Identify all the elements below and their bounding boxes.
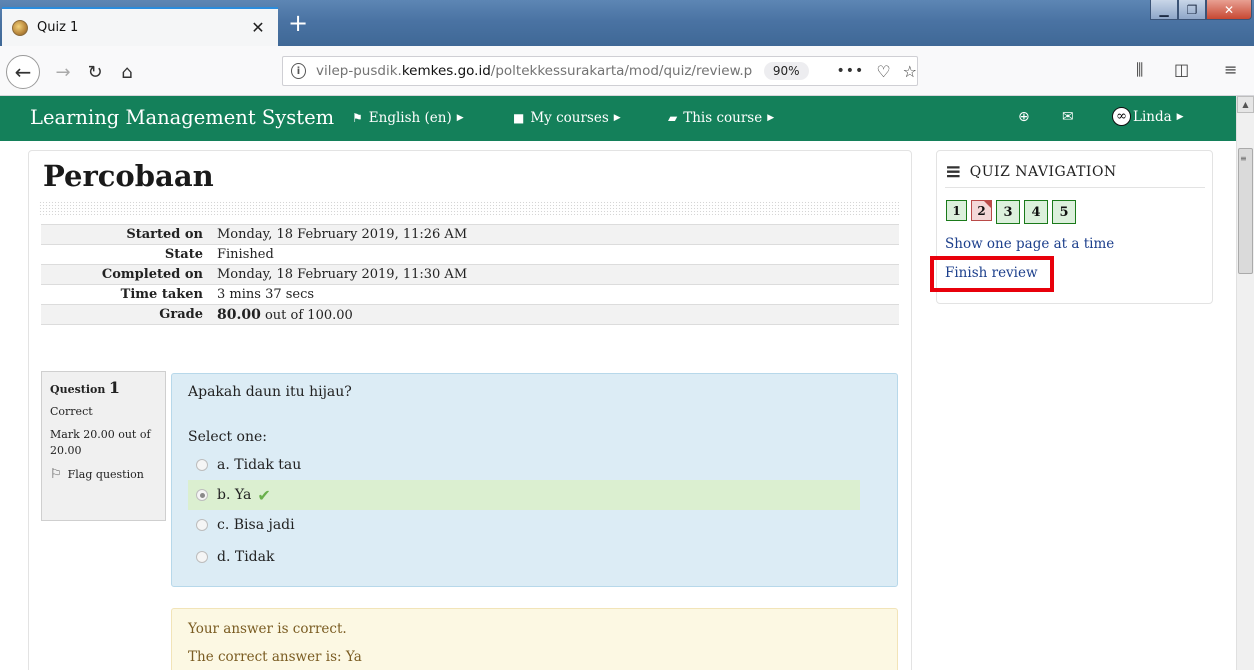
back-button[interactable]: ← [6,55,40,89]
book-icon: ▰ [668,111,678,125]
site-favicon-icon [12,19,28,36]
question-text: Apakah daun itu hijau? [188,384,352,400]
site-brand-link[interactable]: Learning Management System [30,106,334,129]
close-tab-icon[interactable]: ✕ [248,18,268,37]
quiz-nav-button-1[interactable]: 1 [946,200,967,221]
radio-button[interactable] [196,519,208,531]
hamburger-menu-icon[interactable]: ≡ [1224,60,1237,79]
question-content: Apakah daun itu hijau? Select one: a. Ti… [171,373,898,587]
library-icon[interactable]: ⫼ [1136,60,1143,80]
quiz-nav-button-3[interactable]: 3 [996,200,1020,224]
flag-question-link[interactable]: ⚐ Flag question [50,467,157,483]
question-number: 1 [108,378,121,397]
question-label: Question [50,383,106,396]
quiz-nav-button-2[interactable]: 2 [971,200,992,221]
minimize-button[interactable]: ▁ [1150,0,1178,20]
answer-option-selected[interactable]: b. Ya ✔ [188,480,860,510]
close-window-button[interactable]: ✕ [1206,0,1252,20]
sidebar-icon[interactable]: ◫ [1174,60,1189,79]
messages-icon[interactable]: ✉ [1062,109,1074,125]
radio-button[interactable] [196,551,208,563]
summary-row-time-taken: Time taken 3 mins 37 secs [41,284,899,305]
dotted-separator [39,201,899,215]
forward-button[interactable]: → [48,57,78,87]
main-content: Percobaan Started on Monday, 18 February… [28,150,912,670]
page-title: Percobaan [43,159,214,193]
scroll-up-arrow-icon[interactable]: ▲ [1237,96,1254,113]
answer-option[interactable]: d. Tidak [188,542,860,572]
caret-right-icon: ▶ [456,113,464,123]
question-info: Question 1 Correct Mark 20.00 out of 20.… [41,371,166,521]
attempt-summary-table: Started on Monday, 18 February 2019, 11:… [41,224,899,325]
quiz-navigation-header: ≡ QUIZ NAVIGATION [945,161,1205,188]
radio-button-checked[interactable] [196,489,208,501]
tab-title: Quiz 1 [37,20,79,35]
finish-review-highlight [930,256,1054,292]
question-feedback: Your answer is correct. The correct answ… [171,608,898,670]
zoom-indicator[interactable]: 90% [763,62,809,80]
flag-outline-icon: ⚐ [50,467,62,482]
browser-tab-bar: Quiz 1 ✕ + ▁ ❐ ✕ [0,0,1254,46]
summary-row-state: State Finished [41,244,899,265]
answer-option[interactable]: a. Tidak tau [188,450,860,480]
radio-button[interactable] [196,459,208,471]
answer-option[interactable]: c. Bisa jadi [188,510,860,540]
show-one-page-link[interactable]: Show one page at a time [945,236,1114,252]
bookmark-star-icon[interactable]: ☆ [903,62,917,81]
language-menu[interactable]: ⚑ English (en) ▶ [352,110,464,126]
new-tab-button[interactable]: + [286,11,310,36]
grade-value: 80.00 [217,306,261,323]
caret-right-icon: ▶ [613,113,621,123]
browser-toolbar: ← → ↻ ⌂ i vilep-pusdik.kemkes.go.id/polt… [0,46,1254,96]
page-scrollbar[interactable]: ▲ ≡ [1236,96,1254,670]
menu-bars-icon[interactable]: ≡ [945,161,962,181]
feedback-right-answer: The correct answer is: Ya [188,649,362,665]
flag-icon: ⚑ [352,111,363,125]
summary-row-grade: Grade 80.00 out of 100.00 [41,304,899,325]
summary-row-completed: Completed on Monday, 18 February 2019, 1… [41,264,899,285]
question-state: Correct [50,405,93,418]
user-avatar-icon: ∞ [1112,107,1131,126]
caret-right-icon: ▶ [767,113,775,123]
reload-button[interactable]: ↻ [80,57,110,87]
moodle-navbar: Learning Management System ⚑ English (en… [0,96,1236,141]
this-course-menu[interactable]: ▰ This course ▶ [668,110,774,126]
question-buttons: 1 2 3 4 5 [946,200,1080,224]
question-mark: Mark 20.00 out of 20.00 [50,428,151,457]
window-controls: ▁ ❐ ✕ [1150,0,1252,22]
select-one-prompt: Select one: [188,429,268,445]
url-bar[interactable]: i vilep-pusdik.kemkes.go.id/poltekkessur… [282,56,918,86]
maximize-button[interactable]: ❐ [1178,0,1206,20]
browser-tab[interactable]: Quiz 1 ✕ [2,7,278,46]
quiz-nav-button-5[interactable]: 5 [1052,200,1076,224]
user-menu[interactable]: ∞ Linda ▶ [1112,107,1184,126]
site-info-icon[interactable]: i [291,63,306,79]
caret-right-icon: ▶ [1176,111,1184,122]
quiz-nav-button-4[interactable]: 4 [1024,200,1048,224]
home-button[interactable]: ⌂ [112,57,142,87]
feedback-correct: Your answer is correct. [188,621,347,637]
scrollbar-grip-icon: ≡ [1240,154,1247,163]
plus-circle-icon[interactable]: ⊕ [1018,109,1030,125]
briefcase-icon: ■ [513,111,525,125]
scrollbar-thumb[interactable] [1238,148,1253,274]
check-mark-icon: ✔ [257,485,271,505]
page-actions-icon[interactable]: ••• [837,63,865,79]
summary-row-started: Started on Monday, 18 February 2019, 11:… [41,224,899,245]
quiz-navigation-title: QUIZ NAVIGATION [969,164,1117,180]
my-courses-menu[interactable]: ■ My courses ▶ [513,110,621,126]
pocket-icon[interactable]: ♡ [876,62,890,81]
url-text[interactable]: vilep-pusdik.kemkes.go.id/poltekkessurak… [316,63,752,79]
